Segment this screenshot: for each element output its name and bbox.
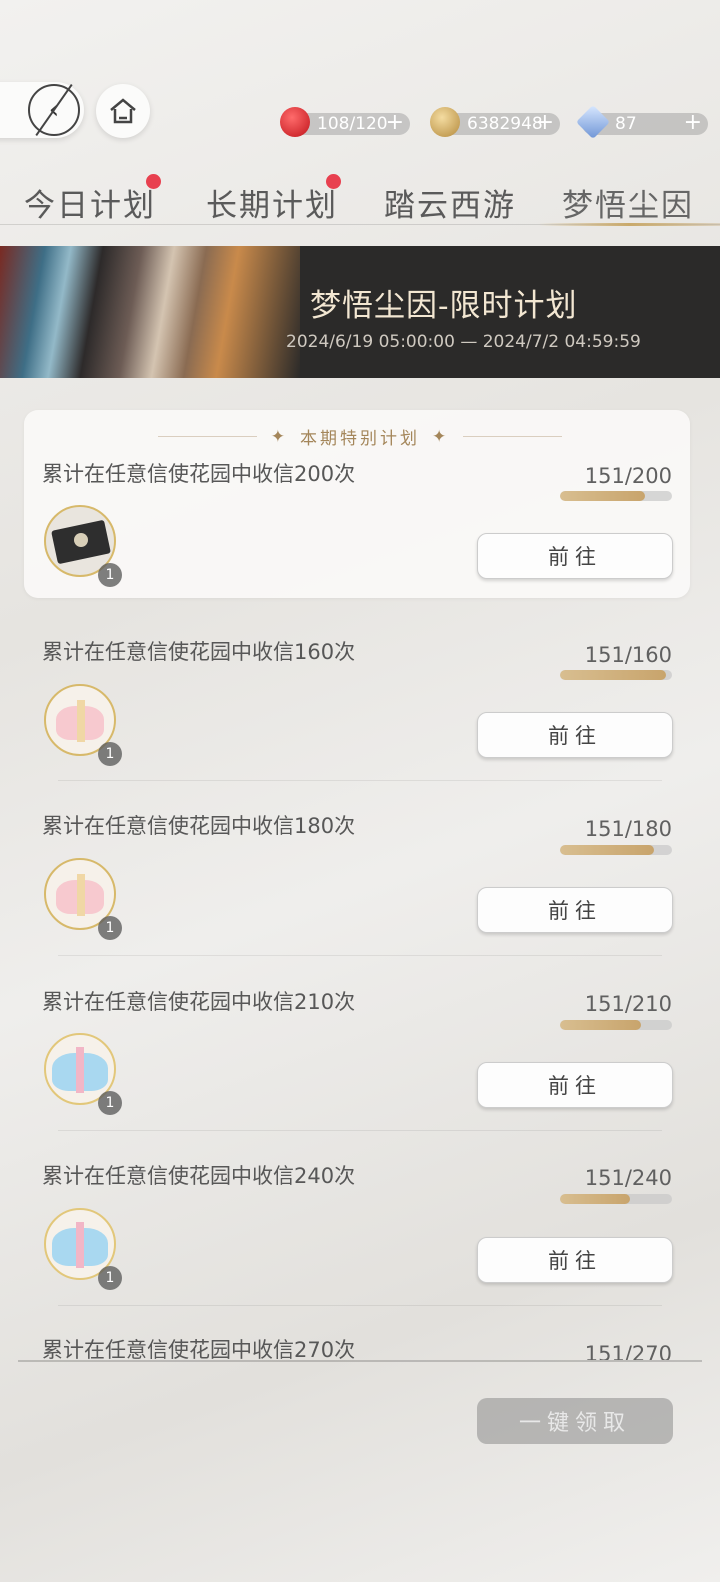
progress-fill: [560, 491, 645, 501]
task-progress: 151/240: [584, 1166, 672, 1190]
divider-line: [158, 436, 257, 437]
coin-add-button[interactable]: +: [536, 110, 554, 135]
task-title: 累计在任意信使花园中收信210次: [42, 990, 356, 1014]
divider-line: [463, 436, 562, 437]
progress-fill: [560, 1020, 641, 1030]
stamina-counter: 108/120 +: [280, 107, 410, 137]
banner-characters-image: [0, 246, 300, 378]
banner-date-range: 2024/6/19 05:00:00 — 2024/7/2 04:59:59: [286, 332, 641, 352]
partial-task-row: 累计在任意信使花园中收信270次 151/270: [0, 1332, 720, 1360]
task-progress-bar: [560, 670, 672, 680]
home-icon: [110, 98, 136, 124]
apple-icon: [280, 107, 310, 137]
tab-today-badge: [146, 174, 161, 189]
tab-journey-west[interactable]: 踏云西游: [384, 180, 516, 225]
reward-item[interactable]: 1: [42, 505, 122, 587]
home-button[interactable]: [96, 84, 150, 138]
reward-item[interactable]: 1: [42, 1033, 122, 1115]
task-progress-bar: [560, 845, 672, 855]
task-progress: 151/180: [584, 817, 672, 841]
reward-count: 1: [98, 1091, 122, 1115]
reward-item[interactable]: 1: [42, 684, 122, 766]
list-bottom-divider: [18, 1360, 702, 1362]
reward-item[interactable]: 1: [42, 1208, 122, 1290]
task-progress: 151/200: [584, 464, 672, 488]
tab-dream-dust[interactable]: 梦悟尘因: [562, 180, 694, 225]
row-divider: [58, 955, 662, 956]
collect-all-button[interactable]: 一键领取: [477, 1398, 673, 1444]
task-progress: 151/270: [584, 1342, 672, 1360]
reward-count: 1: [98, 563, 122, 587]
reward-item[interactable]: 1: [42, 858, 122, 940]
crystal-add-button[interactable]: +: [684, 110, 702, 135]
task-progress-bar: [560, 1194, 672, 1204]
progress-fill: [560, 670, 666, 680]
banner-title: 梦悟尘因-限时计划: [310, 288, 578, 324]
task-progress-bar: [560, 1020, 672, 1030]
coin-icon: [430, 107, 460, 137]
back-arrow-icon: ‹: [28, 84, 80, 136]
task-progress: 151/210: [584, 992, 672, 1016]
go-button[interactable]: 前往: [477, 533, 673, 579]
star-icon: ✦: [270, 426, 288, 447]
progress-fill: [560, 845, 654, 855]
task-progress-bar: [560, 491, 672, 501]
reward-count: 1: [98, 916, 122, 940]
task-title: 累计在任意信使花园中收信200次: [42, 462, 356, 486]
back-button[interactable]: ‹: [0, 82, 84, 138]
task-title: 累计在任意信使花园中收信270次: [42, 1338, 356, 1360]
go-button[interactable]: 前往: [477, 1237, 673, 1283]
go-button[interactable]: 前往: [477, 1062, 673, 1108]
stamina-add-button[interactable]: +: [386, 110, 404, 135]
special-plan-header: ✦ 本期特别计划 ✦: [144, 424, 576, 449]
task-title: 累计在任意信使花园中收信180次: [42, 814, 356, 838]
row-divider: [58, 1130, 662, 1131]
tab-long-term-badge: [326, 174, 341, 189]
row-divider: [58, 780, 662, 781]
go-button[interactable]: 前往: [477, 712, 673, 758]
task-title: 累计在任意信使花园中收信240次: [42, 1164, 356, 1188]
tab-today-plan[interactable]: 今日计划: [24, 180, 156, 225]
tab-long-term-plan[interactable]: 长期计划: [206, 180, 338, 225]
reward-count: 1: [98, 742, 122, 766]
crystal-counter: 87 +: [576, 105, 708, 139]
star-icon: ✦: [432, 426, 450, 447]
reward-count: 1: [98, 1266, 122, 1290]
special-plan-label: 本期特别计划: [300, 429, 420, 449]
go-button[interactable]: 前往: [477, 887, 673, 933]
task-title: 累计在任意信使花园中收信160次: [42, 640, 356, 664]
active-tab-indicator: [538, 223, 720, 226]
coin-counter: 6382948 +: [430, 107, 560, 137]
task-progress: 151/160: [584, 643, 672, 667]
row-divider: [58, 1305, 662, 1306]
progress-fill: [560, 1194, 631, 1204]
